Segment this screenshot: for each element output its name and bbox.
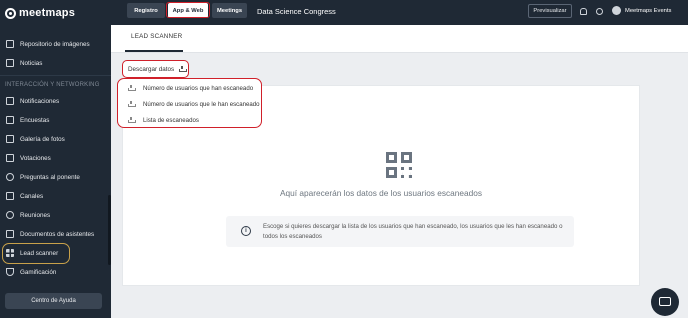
meetings-icon xyxy=(6,211,14,219)
download-data-button[interactable]: Descargar datos xyxy=(122,60,189,78)
poll-icon xyxy=(6,116,14,124)
tab-registro[interactable]: Registro xyxy=(127,3,165,18)
sidebar-item-label: Canales xyxy=(20,192,44,200)
download-dropdown: Número de usuarios que han escaneado Núm… xyxy=(117,78,262,128)
lead-scanner-highlight xyxy=(2,243,70,264)
download-label: Descargar datos xyxy=(128,65,175,73)
sidebar-item-votaciones[interactable]: Votaciones xyxy=(0,150,111,166)
chat-support-button[interactable] xyxy=(651,288,679,316)
logo[interactable]: meetmaps xyxy=(5,6,75,20)
dropdown-item-label: Número de usuarios que le han escaneado xyxy=(143,100,260,108)
dropdown-item-label: Número de usuarios que han escaneado xyxy=(143,84,254,92)
sidebar-item-label: Galería de fotos xyxy=(20,135,65,143)
download-icon xyxy=(128,117,136,123)
sidebar-item-preguntas[interactable]: Preguntas al ponente xyxy=(0,169,111,185)
sidebar-scrollbar[interactable] xyxy=(108,195,111,265)
dropdown-item-label: Lista de escaneados xyxy=(143,116,199,124)
empty-state-text: Aquí aparecerán los datos de los usuario… xyxy=(279,188,483,198)
sidebar-item-label: Preguntas al ponente xyxy=(20,173,80,181)
bell-icon[interactable] xyxy=(580,8,587,15)
documents-icon xyxy=(6,230,14,238)
dropdown-item-scanned-me[interactable]: Número de usuarios que le han escaneado xyxy=(128,97,260,111)
info-box: i Escoge si quieres descargar la lista d… xyxy=(226,216,574,247)
sidebar-item-label: Notificaciones xyxy=(20,97,60,105)
chat-icon xyxy=(659,297,671,306)
sidebar-divider xyxy=(0,75,111,76)
photo-gallery-icon xyxy=(6,135,14,143)
folder-icon xyxy=(6,192,14,200)
download-icon xyxy=(179,66,188,72)
sidebar-section-label: INTERACCIÓN Y NETWORKING xyxy=(5,82,100,88)
sidebar-item-label: Noticias xyxy=(20,59,43,67)
chart-icon xyxy=(6,154,14,162)
preview-button[interactable]: Previsualizar xyxy=(528,4,572,18)
sidebar-item-gamificacion[interactable]: Gamificación xyxy=(0,264,111,280)
active-tab-indicator xyxy=(125,50,183,52)
sidebar-item-galeria[interactable]: Galería de fotos xyxy=(0,131,111,147)
sidebar-item-encuestas[interactable]: Encuestas xyxy=(0,112,111,128)
sidebar-item-reuniones[interactable]: Reuniones xyxy=(0,207,111,223)
download-icon xyxy=(128,101,136,107)
bell-icon xyxy=(6,97,14,105)
avatar[interactable] xyxy=(612,6,621,15)
info-icon[interactable] xyxy=(596,8,603,15)
image-icon xyxy=(6,40,14,48)
tab-app-web-highlight xyxy=(166,2,210,18)
sidebar-item-noticias[interactable]: Noticias xyxy=(0,55,111,71)
tab-meetings[interactable]: Meetings xyxy=(212,3,247,18)
sidebar-item-canales[interactable]: Canales xyxy=(0,188,111,204)
top-bar: Registro App & Web Meetings Data Science… xyxy=(111,0,688,25)
user-name[interactable]: Meetmaps Events xyxy=(625,8,671,14)
sidebar-item-label: Documentos de asistentes xyxy=(20,230,95,238)
qr-code-icon xyxy=(386,152,414,180)
info-box-text: Escoge si quieres descargar la lista de … xyxy=(263,223,563,240)
section-tabs: LEAD SCANNER xyxy=(111,25,688,53)
sidebar-item-documentos[interactable]: Documentos de asistentes xyxy=(0,226,111,242)
event-title: Data Science Congress xyxy=(257,7,336,16)
help-center-button[interactable]: Centro de Ayuda xyxy=(5,293,102,309)
sidebar: meetmaps Repositorio de imágenes Noticia… xyxy=(0,0,111,318)
sidebar-item-label: Votaciones xyxy=(20,154,51,162)
sidebar-item-label: Repositorio de imágenes xyxy=(20,40,90,48)
sidebar-item-label: Reuniones xyxy=(20,211,51,219)
info-icon: i xyxy=(241,226,251,236)
logo-text: meetmaps xyxy=(19,7,76,19)
sidebar-item-label: Gamificación xyxy=(20,268,57,276)
sidebar-item-notificaciones[interactable]: Notificaciones xyxy=(0,93,111,109)
logo-icon xyxy=(5,7,16,19)
sidebar-item-repositorio[interactable]: Repositorio de imágenes xyxy=(0,36,111,52)
chat-icon xyxy=(6,173,14,181)
news-icon xyxy=(6,59,14,67)
trophy-icon xyxy=(6,268,14,276)
dropdown-item-scanned-list[interactable]: Lista de escaneados xyxy=(128,113,199,127)
dropdown-item-scanned-by[interactable]: Número de usuarios que han escaneado xyxy=(128,81,253,95)
download-icon xyxy=(128,85,136,91)
tab-lead-scanner[interactable]: LEAD SCANNER xyxy=(131,33,182,40)
sidebar-item-label: Encuestas xyxy=(20,116,50,124)
